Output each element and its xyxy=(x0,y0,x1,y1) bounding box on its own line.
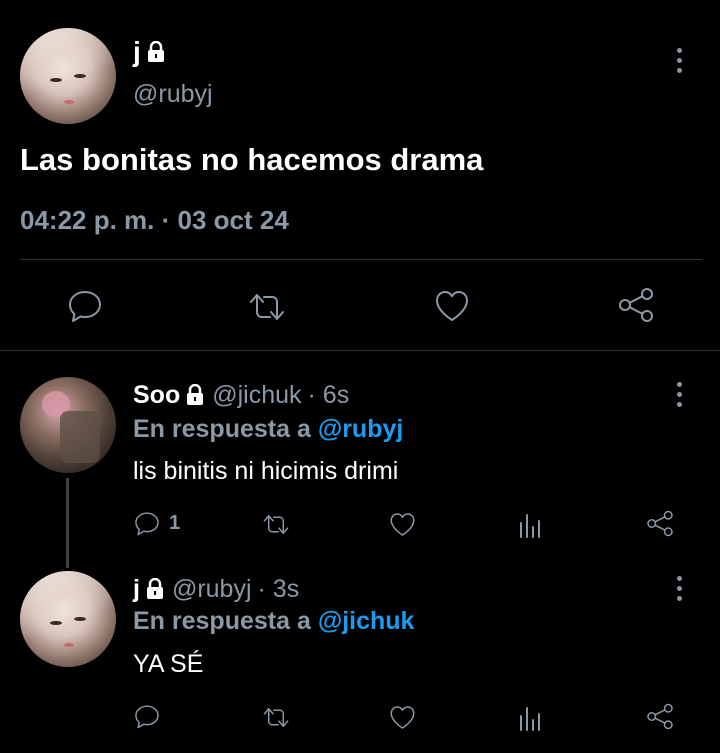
share-button[interactable] xyxy=(645,702,675,731)
reply-to-link[interactable]: @rubyj xyxy=(318,415,404,443)
reply-icon xyxy=(135,705,159,729)
lock-icon xyxy=(145,41,167,63)
analytics-button[interactable] xyxy=(518,704,544,732)
author-name-row[interactable]: j xyxy=(133,36,167,68)
reply-time[interactable]: · 3s xyxy=(258,575,300,604)
share-icon xyxy=(647,510,673,537)
more-options-icon[interactable] xyxy=(677,576,683,606)
thread-line xyxy=(66,478,69,568)
analytics-icon xyxy=(520,707,540,731)
retweet-button[interactable] xyxy=(260,705,292,730)
reply-count: 1 xyxy=(169,512,181,534)
author-avatar[interactable] xyxy=(20,28,116,124)
more-options-icon[interactable] xyxy=(677,48,683,78)
like-button[interactable] xyxy=(433,288,471,324)
heart-icon xyxy=(390,706,415,729)
reply-handle[interactable]: @rubyj xyxy=(172,575,252,604)
reply-to-link[interactable]: @jichuk xyxy=(318,607,415,635)
reply-button[interactable]: 1 xyxy=(133,510,180,537)
share-icon xyxy=(619,288,653,322)
retweet-icon xyxy=(250,294,284,320)
reply-time[interactable]: · 6s xyxy=(308,381,350,410)
reply-context: En respuesta a @rubyj xyxy=(133,415,403,444)
divider xyxy=(20,259,702,260)
lock-icon xyxy=(184,384,206,406)
analytics-icon xyxy=(520,514,540,538)
like-button[interactable] xyxy=(388,704,417,731)
reply-header: j @rubyj · 3s xyxy=(133,573,299,605)
share-button[interactable] xyxy=(616,286,656,324)
reply-button[interactable] xyxy=(133,703,161,730)
retweet-button[interactable] xyxy=(245,290,289,324)
reply-header: Soo @jichuk · 6s xyxy=(133,379,349,411)
reply-handle[interactable]: @jichuk xyxy=(212,381,301,410)
reply-button[interactable] xyxy=(66,288,104,324)
section-divider xyxy=(0,350,720,351)
retweet-icon xyxy=(263,708,289,727)
reply-text: YA SÉ xyxy=(133,650,204,678)
more-options-icon[interactable] xyxy=(677,382,683,412)
reply-display-name[interactable]: j xyxy=(133,575,140,604)
reply-text: lis binitis ni hicimis drimi xyxy=(133,457,399,485)
reply-context: En respuesta a @jichuk xyxy=(133,607,414,636)
lock-icon xyxy=(144,578,166,600)
reply-avatar[interactable] xyxy=(20,571,116,667)
share-button[interactable] xyxy=(645,509,675,538)
analytics-button[interactable] xyxy=(518,511,544,539)
heart-icon xyxy=(390,513,415,536)
reply-avatar[interactable] xyxy=(20,377,116,473)
reply-icon xyxy=(69,291,101,322)
reply-icon xyxy=(135,512,159,536)
like-button[interactable] xyxy=(388,511,417,538)
reply-display-name[interactable]: Soo xyxy=(133,381,180,410)
share-icon xyxy=(647,703,673,730)
retweet-button[interactable] xyxy=(260,512,292,537)
heart-icon xyxy=(436,291,468,321)
reply-context-prefix: En respuesta a xyxy=(133,415,311,443)
reply-context-prefix: En respuesta a xyxy=(133,607,311,635)
tweet-text: Las bonitas no hacemos drama xyxy=(20,142,484,177)
retweet-icon xyxy=(263,515,289,534)
author-handle[interactable]: @rubyj xyxy=(133,80,213,109)
author-display-name: j xyxy=(133,36,141,67)
tweet-timestamp[interactable]: 04:22 p. m. · 03 oct 24 xyxy=(20,205,289,236)
